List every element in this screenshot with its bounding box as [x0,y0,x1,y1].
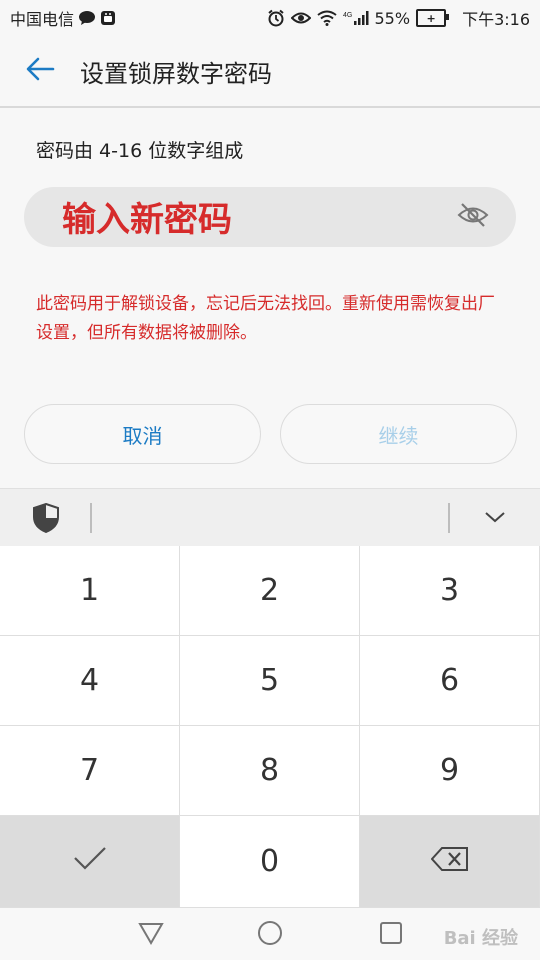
toolbar-divider [90,503,92,533]
keyboard-toolbar [0,488,540,547]
title-bar: 设置锁屏数字密码 [0,36,540,108]
key-3[interactable]: 3 [360,546,540,636]
key-7[interactable]: 7 [0,726,180,816]
cancel-button[interactable]: 取消 [24,404,261,464]
key-8[interactable]: 8 [180,726,360,816]
eye-off-icon [457,201,489,233]
collapse-keyboard-button[interactable] [480,503,510,533]
svg-text:4G: 4G [343,12,352,19]
toolbar-divider [448,503,450,533]
recents-square-icon [379,921,403,949]
nav-recents-button[interactable] [376,920,406,950]
key-6[interactable]: 6 [360,636,540,726]
key-2[interactable]: 2 [180,546,360,636]
toggle-visibility-button[interactable] [456,201,490,233]
backspace-icon [430,844,469,879]
key-5[interactable]: 5 [180,636,360,726]
key-1[interactable]: 1 [0,546,180,636]
back-triangle-icon [138,921,164,949]
new-password-field[interactable]: 输入新密码 [24,187,516,247]
android-icon [100,10,116,26]
status-bar: 中国电信 4G 55% + 下午3:16 [0,0,540,36]
key-0[interactable]: 0 [180,816,360,908]
chat-bubble-icon [78,10,96,26]
password-rule-hint: 密码由 4-16 位数字组成 [36,140,244,162]
alarm-icon [267,9,285,27]
chevron-down-icon [484,509,506,528]
continue-button[interactable]: 继续 [280,404,517,464]
numeric-keypad: 1 2 3 4 5 6 7 8 9 0 [0,546,540,908]
key-9[interactable]: 9 [360,726,540,816]
eye-comfort-icon [290,10,311,26]
watermark: Bai 经验 [443,928,518,949]
wifi-icon [316,10,337,26]
checkmark-icon [73,844,107,879]
delete-key[interactable] [360,816,540,908]
key-4[interactable]: 4 [0,636,180,726]
home-circle-icon [257,920,283,950]
arrow-left-icon [25,56,55,86]
cellular-signal-icon: 4G [343,10,369,26]
carrier-label: 中国电信 [10,10,75,29]
shield-icon [32,502,60,534]
battery-icon: + [416,9,450,27]
clock: 下午3:16 [462,10,530,29]
nav-back-button[interactable] [136,920,166,950]
page-title: 设置锁屏数字密码 [80,59,272,88]
navigation-bar: Bai 经验 [0,908,540,960]
nav-home-button[interactable] [255,920,285,950]
back-button[interactable] [0,36,80,106]
battery-percent: 55% [374,8,411,28]
password-placeholder: 输入新密码 [62,200,232,240]
confirm-key[interactable] [0,816,180,908]
warning-text: 此密码用于解锁设备，忘记后无法找回。重新使用需恢复出厂设置，但所有数据将被删除。 [36,294,495,343]
